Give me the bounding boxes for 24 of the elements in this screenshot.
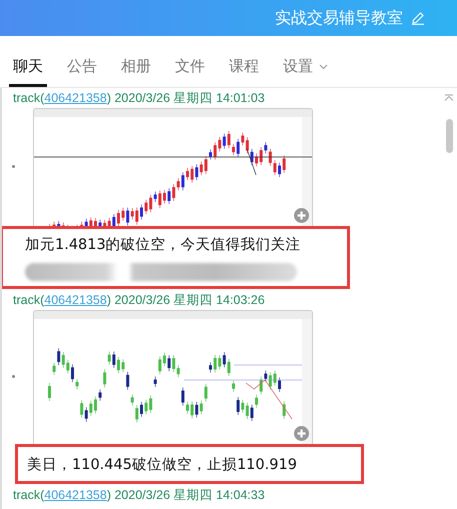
tab[interactable]: 设置 [279,57,332,87]
chart-screenshot-drawing[interactable] [33,310,313,444]
tab[interactable]: 相册 [117,57,155,87]
edit-icon[interactable] [411,11,425,25]
scroll-up-icon[interactable] [444,94,454,101]
tab[interactable]: 课程 [225,57,263,87]
tab[interactable]: 公告 [63,57,101,87]
message-text: 加元1.4813的破位空，今天值得我们关注 [25,236,302,255]
chart-screenshot-drawing[interactable] [33,108,313,226]
tab[interactable]: 文件 [171,57,209,87]
user-id-link[interactable]: 406421358 [44,91,107,105]
message-header: track(406421358) 2020/3/26 星期四 14:03:26 [13,293,266,308]
zoom-in-icon[interactable] [294,426,309,441]
tab[interactable]: 聊天 [9,57,47,87]
message-text: 美日，110.445破位做空，止损110.919 [27,456,298,475]
message-header: track(406421358) 2020/3/26 星期四 14:04:33 [13,488,266,503]
user-id-link[interactable]: 406421358 [44,488,107,502]
user-id-link[interactable]: 406421358 [44,293,107,307]
bullet-dot [12,164,14,168]
room-title: 实战交易辅导教室 [275,8,403,28]
scrollbar-thumb[interactable] [446,119,452,153]
bullet-dot [12,374,14,378]
message-header: track(406421358) 2020/3/26 星期四 14:01:03 [13,91,266,106]
zoom-in-icon[interactable] [294,208,309,223]
